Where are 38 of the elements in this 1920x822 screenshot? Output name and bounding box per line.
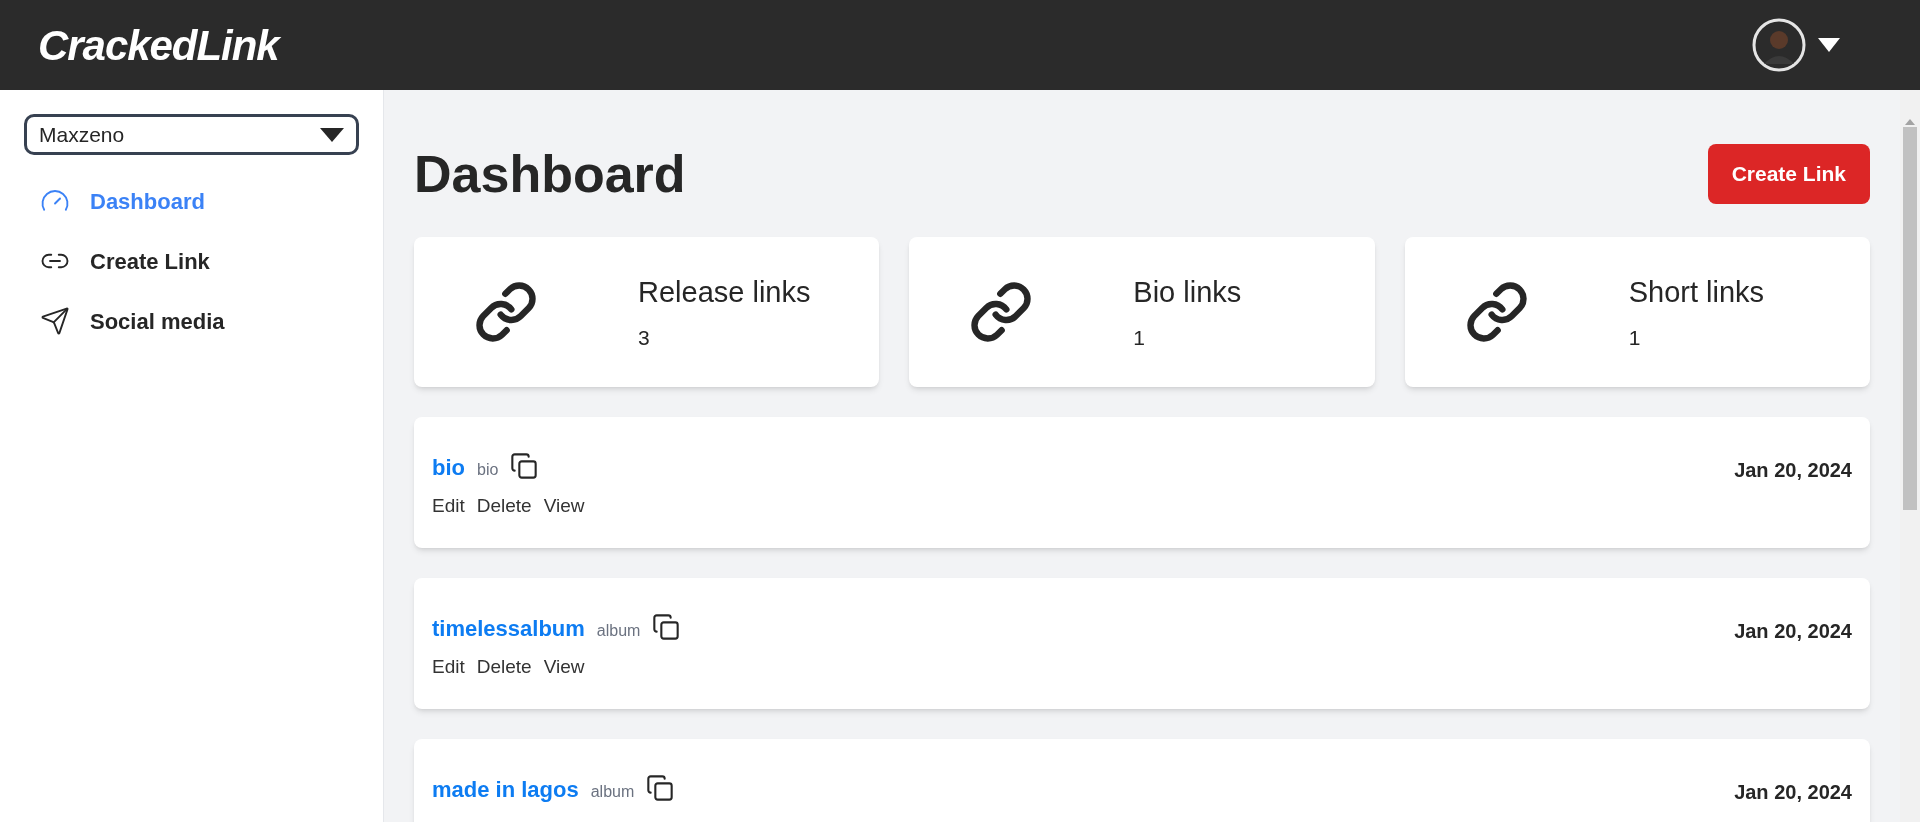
link-type: bio bbox=[477, 460, 499, 480]
avatar[interactable] bbox=[1752, 18, 1806, 72]
link-action[interactable]: View bbox=[543, 492, 585, 521]
link-action[interactable]: Delete bbox=[476, 492, 532, 521]
link-type: album bbox=[596, 621, 641, 641]
stat-label: Short links bbox=[1628, 274, 1765, 310]
stat-count: 1 bbox=[1133, 325, 1146, 351]
link-action[interactable]: View bbox=[543, 653, 585, 682]
link-date: Jan 20, 2024 bbox=[1734, 458, 1852, 483]
nav-item[interactable]: Create Link bbox=[24, 231, 359, 291]
link-icon bbox=[969, 280, 1034, 344]
nav-item[interactable]: Social media bbox=[24, 291, 359, 351]
link-action[interactable]: Edit bbox=[432, 653, 465, 682]
link-date: Jan 20, 2024 bbox=[1734, 780, 1852, 805]
stat-label: Bio links bbox=[1133, 274, 1242, 310]
link-action[interactable]: Edit bbox=[432, 492, 465, 521]
link-action[interactable]: Delete bbox=[476, 653, 532, 682]
link-name[interactable]: bio bbox=[432, 451, 465, 484]
link-icon bbox=[474, 280, 538, 344]
link-icon bbox=[1464, 280, 1529, 344]
stat-count: 3 bbox=[638, 325, 651, 351]
create-link-button[interactable]: Create Link bbox=[1707, 144, 1870, 204]
link-date: Jan 20, 2024 bbox=[1734, 619, 1852, 644]
copy-icon[interactable] bbox=[652, 613, 681, 641]
link-name[interactable]: made in lagos bbox=[432, 773, 579, 806]
paper-plane-icon bbox=[40, 306, 70, 336]
stat-label: Release links bbox=[638, 274, 811, 310]
logo[interactable]: CrackedLink bbox=[38, 13, 279, 77]
link-type: album bbox=[590, 782, 635, 802]
link-name[interactable]: timelessalbum bbox=[432, 612, 585, 645]
page-title: Dashboard bbox=[414, 144, 686, 205]
nav-item[interactable]: Dashboard bbox=[24, 171, 359, 231]
caret-down-icon[interactable] bbox=[1818, 38, 1840, 52]
copy-icon[interactable] bbox=[646, 774, 675, 802]
account-select[interactable]: Maxzeno bbox=[24, 114, 359, 155]
stat-count: 1 bbox=[1628, 325, 1642, 351]
copy-icon[interactable] bbox=[510, 452, 539, 480]
caret-down-icon bbox=[320, 127, 344, 142]
